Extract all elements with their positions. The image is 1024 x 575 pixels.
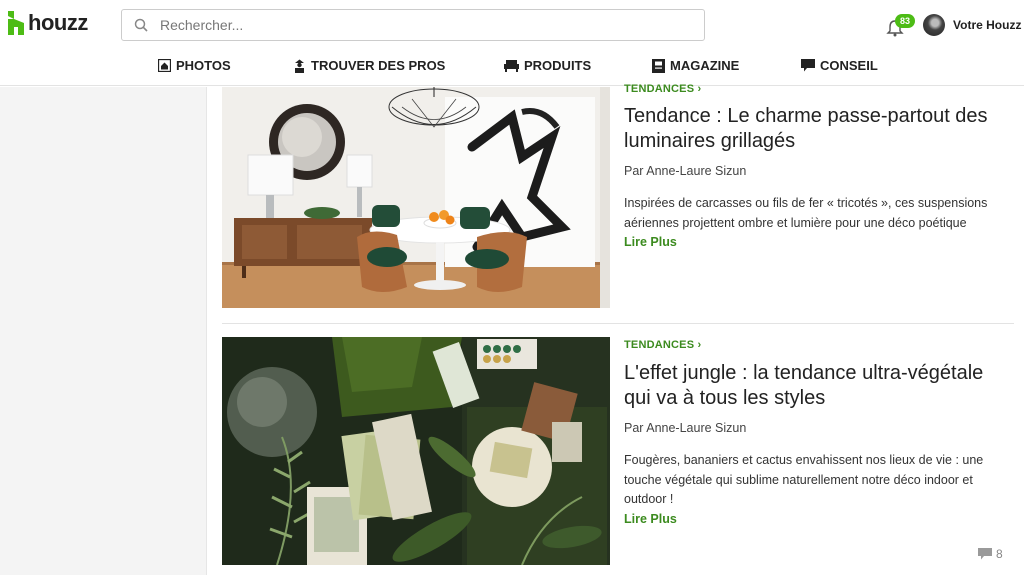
dining-room-photo: [222, 87, 610, 308]
article-category-link[interactable]: TENDANCES ›: [624, 83, 1014, 95]
botanical-flatlay-photo: [222, 337, 610, 565]
article-content: TENDANCES › L'effet jungle : la tendance…: [624, 337, 1014, 529]
article-category-link[interactable]: TENDANCES ›: [624, 339, 1014, 351]
article-title[interactable]: Tendance : Le charme passe-partout des l…: [624, 104, 1014, 154]
nav-find-pros-label: TROUVER DES PROS: [311, 58, 446, 73]
user-menu-link[interactable]: Votre Houzz: [953, 18, 1021, 32]
nav-photos[interactable]: PHOTOS: [158, 58, 231, 73]
sofa-icon: [504, 60, 519, 72]
article-excerpt: Fougères, bananiers et cactus envahissen…: [624, 453, 984, 506]
read-more-link[interactable]: Lire Plus: [624, 233, 1014, 252]
left-sidebar: [0, 87, 207, 575]
houzz-logo[interactable]: houzz: [8, 10, 88, 36]
professional-icon: [295, 59, 304, 73]
search-icon: [134, 18, 148, 32]
article-divider: [222, 323, 1014, 324]
search-bar[interactable]: [121, 9, 705, 41]
notifications-button[interactable]: 83: [886, 14, 916, 38]
logo-text: houzz: [28, 10, 88, 35]
avatar[interactable]: [923, 14, 945, 36]
notification-badge: 83: [895, 14, 915, 28]
article-title[interactable]: L'effet jungle : la tendance ultra-végét…: [624, 361, 1014, 411]
nav-products[interactable]: PRODUITS: [504, 58, 591, 73]
comment-icon: [978, 548, 992, 560]
article-image[interactable]: [222, 337, 610, 565]
comments-count[interactable]: 8: [978, 547, 1003, 561]
home-photo-icon: [158, 59, 171, 72]
article-image[interactable]: [222, 87, 610, 308]
nav-find-pros[interactable]: TROUVER DES PROS: [293, 58, 445, 73]
comments-count-label: 8: [996, 547, 1003, 561]
read-more-link[interactable]: Lire Plus: [624, 510, 1014, 529]
houzz-logo-icon: [8, 11, 24, 35]
article-excerpt: Inspirées de carcasses ou fils de fer « …: [624, 196, 988, 230]
article-content: TENDANCES › Tendance : Le charme passe-p…: [624, 70, 1014, 252]
search-input[interactable]: [160, 17, 660, 33]
article-author[interactable]: Par Anne-Laure Sizun: [624, 164, 1014, 178]
nav-products-label: PRODUITS: [524, 58, 592, 73]
nav-photos-label: PHOTOS: [176, 58, 231, 73]
article-author[interactable]: Par Anne-Laure Sizun: [624, 421, 1014, 435]
top-bar: houzz 83 Votre Houzz: [0, 0, 1024, 48]
